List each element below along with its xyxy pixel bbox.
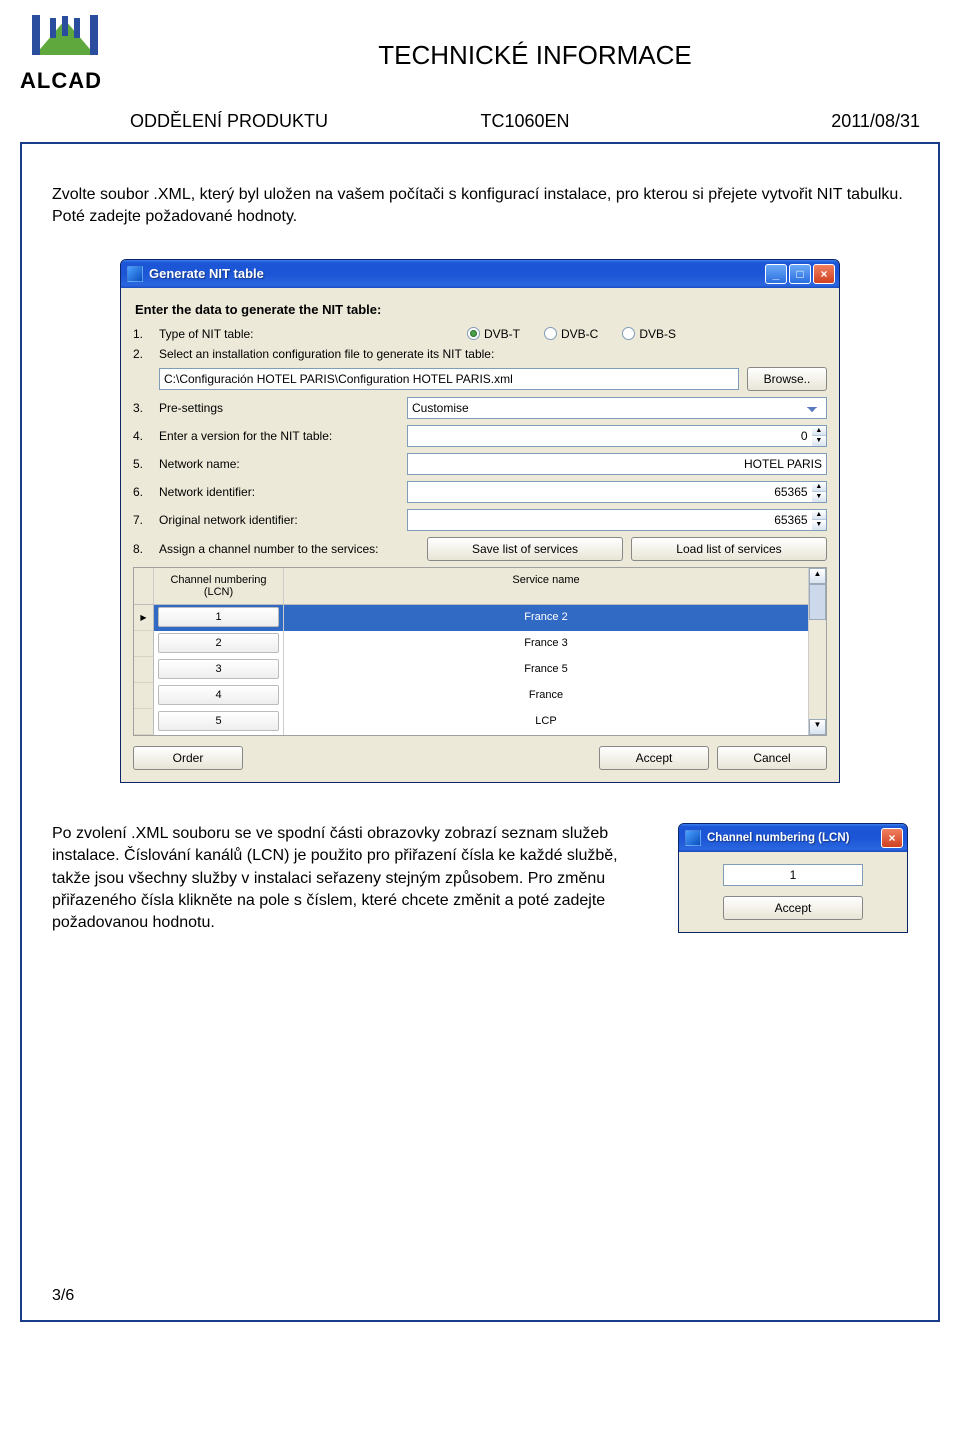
bottom-text: Po zvolení .XML souboru se ve spodní čás… [52, 823, 648, 935]
lcn-cell[interactable]: 1 [158, 607, 279, 627]
lcn-cell[interactable]: 2 [158, 633, 279, 653]
page-frame: Zvolte soubor .XML, který byl uložen na … [20, 142, 940, 1322]
row-num: 2. [133, 347, 151, 361]
close-icon[interactable]: × [813, 264, 835, 284]
app-icon [685, 830, 701, 846]
save-services-button[interactable]: Save list of services [427, 537, 623, 561]
lcn-value-input[interactable] [723, 864, 863, 886]
row-num: 5. [133, 457, 151, 471]
radio-label: DVB-C [561, 327, 598, 341]
radio-label: DVB-T [484, 327, 520, 341]
radio-icon [544, 327, 557, 340]
name-cell[interactable]: LCP [288, 711, 804, 731]
table-row[interactable]: 3 France 5 [134, 657, 808, 683]
mini-titlebar[interactable]: Channel numbering (LCN) × [679, 824, 907, 852]
order-button[interactable]: Order [133, 746, 243, 770]
lcn-cell[interactable]: 4 [158, 685, 279, 705]
row-num: 8. [133, 542, 151, 556]
version-label: Enter a version for the NIT table: [159, 429, 399, 443]
radio-label: DVB-S [639, 327, 676, 341]
mini-title: Channel numbering (LCN) [707, 832, 881, 844]
radio-dvb-t[interactable]: DVB-T [467, 327, 520, 341]
browse-button[interactable]: Browse.. [747, 367, 827, 391]
lcn-cell[interactable]: 5 [158, 711, 279, 731]
doc-date: 2011/08/31 [657, 111, 920, 132]
col-header-lcn[interactable]: Channel numbering (LCN) [154, 568, 284, 604]
assign-label: Assign a channel number to the services: [159, 542, 419, 556]
logo-text: ALCAD [20, 68, 110, 94]
presettings-select[interactable]: Customise [407, 397, 827, 419]
radio-dvb-s[interactable]: DVB-S [622, 327, 676, 341]
table-row[interactable]: 5 LCP [134, 709, 808, 735]
row-num: 7. [133, 513, 151, 527]
network-name-input[interactable] [407, 453, 827, 475]
scroll-up-icon[interactable]: ▲ [809, 568, 826, 584]
row-num: 4. [133, 429, 151, 443]
name-cell[interactable]: France 3 [288, 633, 804, 653]
alcad-logo: ALCAD [20, 10, 110, 94]
radio-dvb-c[interactable]: DVB-C [544, 327, 598, 341]
name-cell[interactable]: France 5 [288, 659, 804, 679]
cancel-button[interactable]: Cancel [717, 746, 827, 770]
row-indicator-icon [134, 605, 154, 631]
lcn-cell[interactable]: 3 [158, 659, 279, 679]
doc-code: TC1060EN [393, 111, 656, 132]
orig-network-id-label: Original network identifier: [159, 513, 399, 527]
name-cell[interactable]: France [288, 685, 804, 705]
row-num: 1. [133, 327, 151, 341]
table-row[interactable]: 1 France 2 [134, 605, 808, 631]
radio-icon [467, 327, 480, 340]
table-row[interactable]: 2 France 3 [134, 631, 808, 657]
col-header-name[interactable]: Service name [284, 568, 808, 604]
config-file-input[interactable] [159, 368, 739, 390]
maximize-icon[interactable]: □ [789, 264, 811, 284]
intro-text: Zvolte soubor .XML, který byl uložen na … [52, 184, 908, 229]
form-heading: Enter the data to generate the NIT table… [135, 302, 827, 317]
presettings-label: Pre-settings [159, 401, 399, 415]
accept-button[interactable]: Accept [599, 746, 709, 770]
table-row[interactable]: 4 France [134, 683, 808, 709]
close-icon[interactable]: × [881, 828, 903, 848]
mini-accept-button[interactable]: Accept [723, 896, 863, 920]
version-input[interactable] [407, 425, 812, 447]
dept-label: ODDĚLENÍ PRODUKTU [130, 111, 393, 132]
services-table: Channel numbering (LCN) Service name 1 F… [133, 567, 827, 736]
row-num: 3. [133, 401, 151, 415]
generate-nit-window: Generate NIT table _ □ × Enter the data … [120, 259, 840, 783]
network-name-label: Network name: [159, 457, 399, 471]
load-services-button[interactable]: Load list of services [631, 537, 827, 561]
minimize-icon[interactable]: _ [765, 264, 787, 284]
scrollbar[interactable]: ▲ ▼ [808, 568, 826, 735]
doc-title: TECHNICKÉ INFORMACE [130, 40, 940, 71]
row-num: 6. [133, 485, 151, 499]
spinner-icon[interactable]: ▲▼ [812, 481, 827, 503]
scroll-down-icon[interactable]: ▼ [809, 719, 826, 735]
orig-network-id-input[interactable] [407, 509, 812, 531]
scroll-thumb[interactable] [809, 584, 826, 620]
network-id-input[interactable] [407, 481, 812, 503]
lcn-dialog: Channel numbering (LCN) × Accept [678, 823, 908, 933]
subheader: ODDĚLENÍ PRODUKTU TC1060EN 2011/08/31 [130, 111, 940, 142]
name-cell[interactable]: France 2 [288, 607, 804, 627]
radio-icon [622, 327, 635, 340]
type-label: Type of NIT table: [159, 327, 399, 341]
app-icon [127, 266, 143, 282]
spinner-icon[interactable]: ▲▼ [812, 425, 827, 447]
page-header: ALCAD TECHNICKÉ INFORMACE ODDĚLENÍ PRODU… [0, 0, 960, 142]
window-title: Generate NIT table [149, 266, 765, 281]
network-id-label: Network identifier: [159, 485, 399, 499]
page-number: 3/6 [52, 1287, 74, 1305]
file-label: Select an installation configuration fil… [159, 347, 827, 361]
spinner-icon[interactable]: ▲▼ [812, 509, 827, 531]
titlebar[interactable]: Generate NIT table _ □ × [121, 260, 839, 288]
